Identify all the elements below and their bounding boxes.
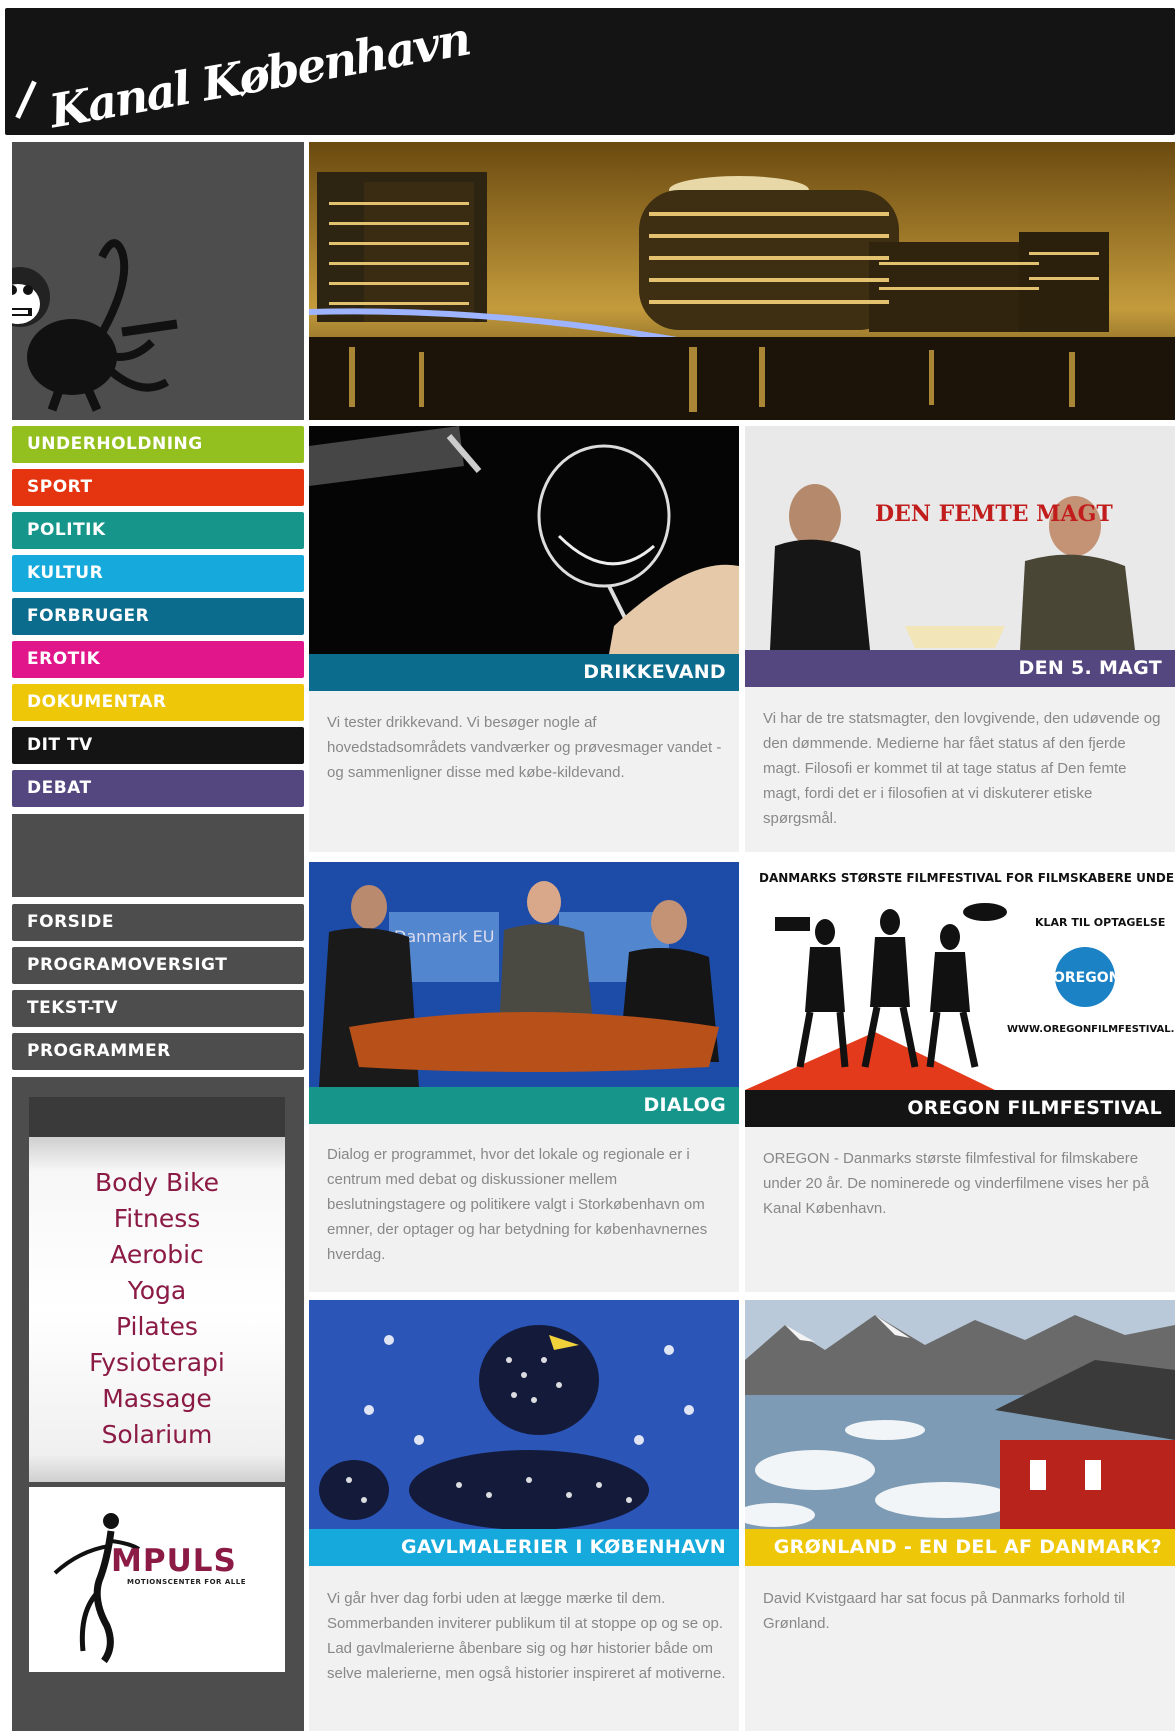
- nav-item-forside[interactable]: FORSIDE: [12, 904, 304, 941]
- program-card-den-5-magt[interactable]: DEN FEMTE MAGT DEN 5. MAGT Vi har de tre…: [745, 426, 1175, 852]
- fitness-ad[interactable]: Body Bike Fitness Aerobic Yoga Pilates F…: [29, 1137, 285, 1482]
- mascot-panel: [12, 142, 304, 420]
- nav-item-dokumentar[interactable]: DOKUMENTAR: [12, 684, 304, 721]
- ad-line: Fysioterapi: [89, 1348, 225, 1377]
- card-description: Vi går hver dag forbi uden at lægge mærk…: [327, 1590, 726, 1682]
- oregon-url: WWW.OREGONFILMFESTIVAL.DK: [1007, 1024, 1175, 1035]
- card-image: [309, 1300, 739, 1529]
- den5-logo-text: DEN FEMTE MAGT: [875, 501, 1113, 527]
- nav-item-underholdning[interactable]: UNDERHOLDNING: [12, 426, 304, 463]
- card-image: [745, 1300, 1175, 1529]
- hero-banner-image: [309, 142, 1175, 420]
- ad-line: Yoga: [127, 1276, 187, 1305]
- nav-item-forbruger[interactable]: FORBRUGER: [12, 598, 304, 635]
- card-image: DEN FEMTE MAGT: [745, 426, 1175, 650]
- impuls-ad[interactable]: MPULS MOTIONSCENTER FOR ALLE: [29, 1487, 285, 1672]
- ad-line: Massage: [102, 1384, 212, 1413]
- site-logo[interactable]: Kanal København: [15, 12, 473, 138]
- sidebar-spacer: [12, 814, 304, 897]
- nav-item-kultur[interactable]: KULTUR: [12, 555, 304, 592]
- site-header: Kanal København: [5, 8, 1175, 138]
- nav-item-erotik[interactable]: EROTIK: [12, 641, 304, 678]
- oregon-logo-text: OREGON: [1053, 970, 1120, 986]
- card-title-bar[interactable]: GRØNLAND - EN DEL AF DANMARK?: [745, 1529, 1175, 1566]
- nav-item-programmer[interactable]: PROGRAMMER: [12, 1033, 304, 1070]
- card-description: OREGON - Danmarks største filmfestival f…: [763, 1150, 1150, 1217]
- card-title-bar[interactable]: OREGON FILMFESTIVAL: [745, 1090, 1175, 1127]
- logo-mark: [15, 80, 47, 124]
- card-description: Vi har de tre statsmagter, den lovgivend…: [763, 710, 1161, 827]
- ad-top-strip: [29, 1097, 285, 1137]
- card-title-bar[interactable]: DEN 5. MAGT: [745, 650, 1175, 687]
- category-nav: UNDERHOLDNING SPORT POLITIK KULTUR FORBR…: [12, 426, 304, 813]
- impuls-logo-text: MPULS: [111, 1543, 237, 1579]
- program-card-drikkevand[interactable]: DRIKKEVAND Vi tester drikkevand. Vi besø…: [309, 426, 739, 852]
- ad-line: Fitness: [113, 1204, 201, 1233]
- card-title-bar[interactable]: DRIKKEVAND: [309, 654, 739, 691]
- card-description: David Kvistgaard har sat focus på Danmar…: [763, 1590, 1125, 1632]
- impuls-tagline: MOTIONSCENTER FOR ALLE: [127, 1578, 246, 1586]
- ad-line: Body Bike: [94, 1168, 220, 1197]
- ad-line: Solarium: [101, 1420, 213, 1449]
- card-description: Vi tester drikkevand. Vi besøger nogle a…: [327, 714, 722, 781]
- nav-item-dit-tv[interactable]: DIT TV: [12, 727, 304, 764]
- program-card-gavlmalerier[interactable]: GAVLMALERIER I KØBENHAVN Vi går hver dag…: [309, 1300, 739, 1731]
- oregon-headline: DANMARKS STØRSTE FILMFESTIVAL FOR FILMSK…: [759, 871, 1175, 885]
- program-card-dialog[interactable]: Danmark EU DIALOG Dialog er programmet, …: [309, 862, 739, 1292]
- ad-line: Aerobic: [110, 1240, 204, 1269]
- nav-item-debat[interactable]: DEBAT: [12, 770, 304, 807]
- card-image: [309, 426, 739, 654]
- oregon-klar: KLAR TIL OPTAGELSE: [1035, 916, 1165, 929]
- logo-text: Kanal København: [45, 11, 474, 139]
- nav-item-programoversigt[interactable]: PROGRAMOVERSIGT: [12, 947, 304, 984]
- program-card-oregon-filmfestival[interactable]: DANMARKS STØRSTE FILMFESTIVAL FOR FILMSK…: [745, 862, 1175, 1292]
- card-title-bar[interactable]: DIALOG: [309, 1087, 739, 1124]
- card-image: DANMARKS STØRSTE FILMFESTIVAL FOR FILMSK…: [745, 862, 1175, 1090]
- card-description: Dialog er programmet, hvor det lokale og…: [327, 1146, 708, 1263]
- card-title-bar[interactable]: GAVLMALERIER I KØBENHAVN: [309, 1529, 739, 1566]
- ad-line: Pilates: [116, 1312, 198, 1341]
- ad-panel: Body Bike Fitness Aerobic Yoga Pilates F…: [12, 1077, 304, 1731]
- monkey-guitar-mascot-icon: [12, 239, 178, 412]
- sidebar: UNDERHOLDNING SPORT POLITIK KULTUR FORBR…: [12, 142, 304, 1731]
- main-nav: FORSIDE PROGRAMOVERSIGT TEKST-TV PROGRAM…: [12, 904, 304, 1076]
- program-card-gronland[interactable]: GRØNLAND - EN DEL AF DANMARK? David Kvis…: [745, 1300, 1175, 1731]
- card-image: Danmark EU: [309, 862, 739, 1087]
- nav-item-politik[interactable]: POLITIK: [12, 512, 304, 549]
- nav-item-tekst-tv[interactable]: TEKST-TV: [12, 990, 304, 1027]
- nav-item-sport[interactable]: SPORT: [12, 469, 304, 506]
